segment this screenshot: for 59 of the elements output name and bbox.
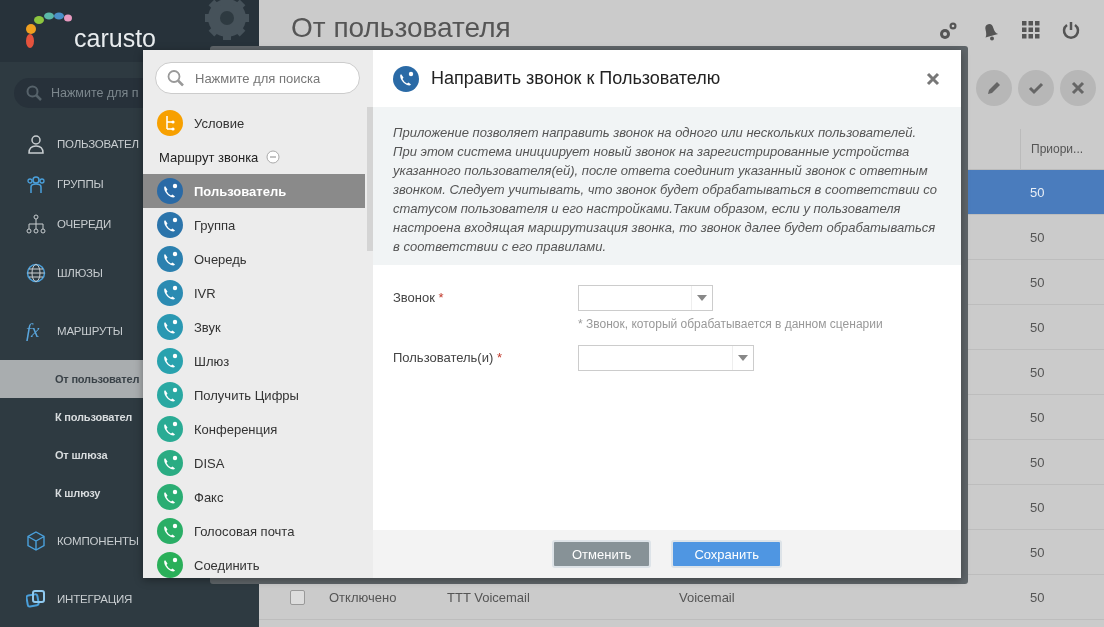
palette-item[interactable]: Факс bbox=[143, 480, 365, 514]
field-label: Пользователь(и) * bbox=[393, 349, 503, 367]
close-icon bbox=[1071, 81, 1085, 95]
integration-icon bbox=[26, 589, 46, 609]
palette-item[interactable]: Очередь bbox=[143, 242, 365, 276]
edit-button[interactable] bbox=[976, 70, 1012, 106]
table-cell: 50 bbox=[1030, 184, 1045, 200]
globe-icon bbox=[26, 263, 46, 283]
table-cell: 50 bbox=[1030, 274, 1045, 290]
table-cell: TTT Voicemail bbox=[447, 589, 530, 605]
close-button[interactable] bbox=[1060, 70, 1096, 106]
search-field[interactable]: Нажмите для поиска bbox=[155, 62, 360, 94]
table-cell: 50 bbox=[1030, 589, 1045, 605]
table-cell: Voicemail bbox=[679, 589, 735, 605]
group-title: Маршрут звонка bbox=[159, 149, 259, 165]
close-button[interactable] bbox=[925, 70, 941, 87]
palette-item[interactable]: Условие bbox=[143, 106, 365, 140]
phone-icon bbox=[393, 65, 419, 92]
apps-icon[interactable] bbox=[1022, 21, 1040, 39]
check-icon bbox=[1028, 80, 1044, 96]
palette-item[interactable]: Группа bbox=[143, 208, 365, 242]
caret-icon bbox=[738, 355, 748, 361]
palette-item[interactable]: Соединить bbox=[143, 548, 365, 578]
palette-item[interactable]: IVR bbox=[143, 276, 365, 310]
pencil-icon bbox=[986, 80, 1002, 96]
select-field[interactable] bbox=[578, 285, 713, 311]
palette-item[interactable]: DISA bbox=[143, 446, 365, 480]
page-title: От пользователя bbox=[291, 12, 512, 44]
table-cell: 50 bbox=[1030, 499, 1045, 515]
search-icon bbox=[167, 69, 184, 87]
caret-icon bbox=[697, 295, 707, 301]
table-cell: Отключено bbox=[329, 589, 397, 605]
cube-icon bbox=[26, 531, 46, 551]
group-icon bbox=[26, 174, 46, 194]
confirm-button[interactable] bbox=[1018, 70, 1054, 106]
gears-icon[interactable] bbox=[938, 21, 958, 41]
select-field[interactable] bbox=[578, 345, 754, 371]
logo-text: carusto bbox=[74, 23, 156, 53]
collapse-icon[interactable] bbox=[266, 150, 281, 164]
table-cell: 50 bbox=[1030, 364, 1045, 380]
hierarchy-icon bbox=[26, 214, 46, 234]
table-cell: 50 bbox=[1030, 409, 1045, 425]
palette-item[interactable]: Голосовая почта bbox=[143, 514, 365, 548]
function-icon: fx bbox=[26, 320, 46, 342]
power-icon[interactable] bbox=[1062, 21, 1080, 39]
palette-item[interactable]: Конференция bbox=[143, 412, 365, 446]
column-header[interactable]: Приори... bbox=[1020, 129, 1104, 169]
table-cell: 50 bbox=[1030, 544, 1045, 560]
dialog-title: Направить звонок к Пользователю bbox=[431, 68, 722, 89]
description-text: Приложение позволяет направить звонок на одного или нескольких пользователей. При этом система инициирует новый звонок на зарегистрированные устройства указанного пользователя(ей), после ответа соединит указанный звонок с ответным звонком. Следует учитывать, что звонок будет обрабатываться в соответствии со статусом пользователя и его настройками.Таким образом, если у пользователя настроена входящая маршрутизация звонка, то звонок далее будет обрабатываться в соответствии с его правилами. bbox=[393, 125, 937, 254]
table-cell: 50 bbox=[1030, 229, 1045, 245]
field-label: Звонок * bbox=[393, 289, 445, 307]
user-icon bbox=[26, 134, 46, 154]
search-icon bbox=[26, 85, 42, 101]
row-checkbox[interactable] bbox=[290, 589, 305, 605]
table-cell: 50 bbox=[1030, 454, 1045, 470]
table-cell: 50 bbox=[1030, 319, 1045, 335]
palette-item[interactable]: Звук bbox=[143, 310, 365, 344]
help-text: * Звонок, который обрабатывается в данном сценарии bbox=[578, 317, 884, 331]
